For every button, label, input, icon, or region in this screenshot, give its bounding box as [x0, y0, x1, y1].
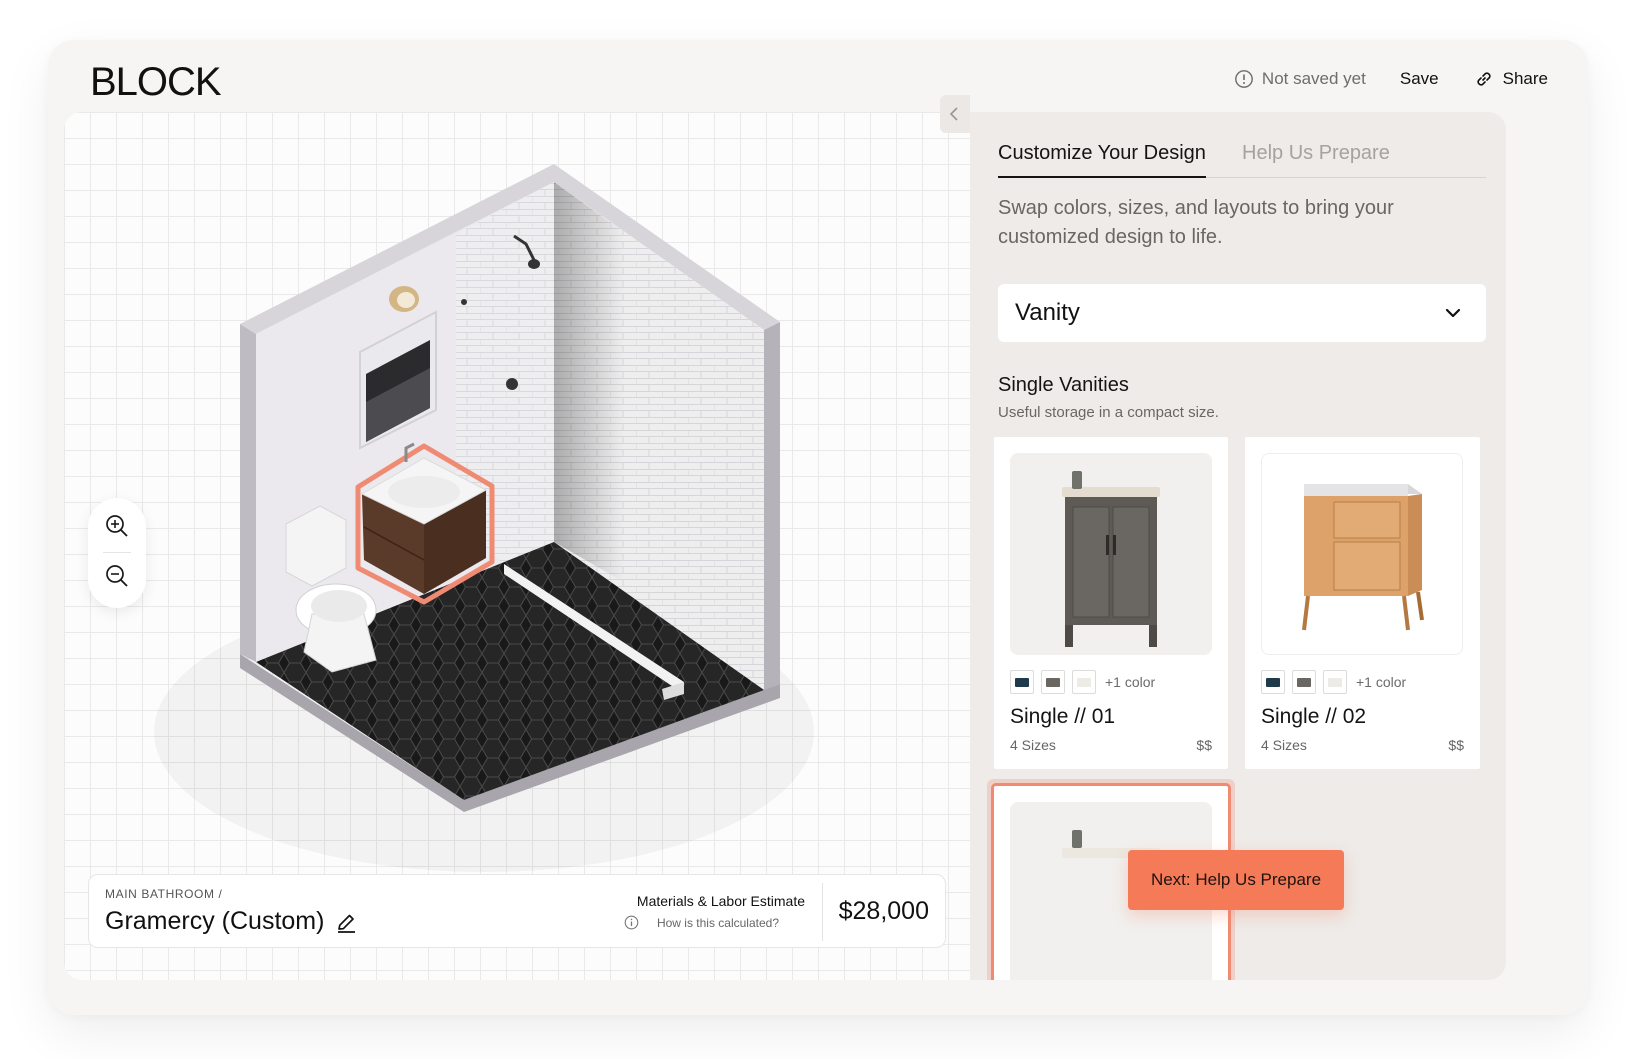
design-canvas[interactable]: MAIN BATHROOM / Gramercy (Custom) Materi… [64, 112, 1014, 980]
alert-circle-icon [1235, 70, 1253, 88]
block-logo[interactable]: BLOCK [90, 60, 222, 105]
swatch-white[interactable] [1323, 670, 1347, 694]
product-price: $$ [1196, 737, 1212, 753]
info-icon [624, 915, 639, 930]
top-nav: Not saved yet Save Share [1234, 68, 1548, 90]
share-button-label: Share [1502, 69, 1548, 88]
panel-description: Swap colors, sizes, and layouts to bring… [998, 197, 1394, 248]
color-swatches: +1 color [1010, 670, 1155, 694]
product-sizes: 4 Sizes [1261, 737, 1307, 753]
estimate-help-link[interactable]: How is this calculated? [657, 916, 779, 930]
product-card-single-02[interactable]: +1 color Single // 02 4 Sizes $$ [1245, 437, 1480, 769]
swatch-gray[interactable] [1041, 670, 1065, 694]
save-button[interactable]: Save [1400, 69, 1439, 89]
zoom-out-icon[interactable] [103, 562, 131, 590]
save-status: Not saved yet [1234, 69, 1366, 89]
tab-help-us-prepare[interactable]: Help Us Prepare [1242, 142, 1390, 178]
pencil-icon[interactable] [334, 911, 358, 935]
section-subtitle: Useful storage in a compact size. [998, 404, 1219, 421]
product-price: $$ [1448, 737, 1464, 753]
divider [822, 883, 823, 941]
color-swatches: +1 color [1261, 670, 1406, 694]
swatch-navy[interactable] [1010, 670, 1034, 694]
swatch-navy[interactable] [1261, 670, 1285, 694]
product-sizes: 4 Sizes [1010, 737, 1056, 753]
tab-customize-your-design[interactable]: Customize Your Design [998, 142, 1206, 178]
breadcrumb[interactable]: MAIN BATHROOM / [105, 887, 222, 901]
zoom-in-icon[interactable] [103, 512, 131, 540]
estimate-price: $28,000 [838, 897, 929, 925]
save-button-label: Save [1399, 69, 1439, 88]
category-select[interactable]: Vanity [998, 284, 1486, 342]
section-title: Single Vanities [998, 374, 1129, 396]
zoom-divider [103, 552, 131, 553]
product-card-single-01[interactable]: +1 color Single // 01 4 Sizes $$ [994, 437, 1228, 769]
product-image [1010, 453, 1212, 655]
chevron-left-icon [949, 107, 958, 121]
category-select-value: Vanity [1015, 299, 1080, 326]
swatch-gray[interactable] [1292, 670, 1316, 694]
link-icon [1477, 72, 1491, 86]
product-name: Single // 01 [1010, 705, 1116, 728]
zoom-controls [88, 498, 146, 608]
estimate-title: Materials & Labor Estimate [636, 893, 805, 909]
more-colors[interactable]: +1 color [1356, 674, 1406, 690]
share-button[interactable]: Share [1473, 68, 1548, 90]
next-help-us-prepare-button[interactable]: Next: Help Us Prepare [1128, 850, 1344, 910]
swatch-white[interactable] [1072, 670, 1096, 694]
product-image [1261, 453, 1463, 655]
collapse-panel-button[interactable] [940, 95, 970, 133]
bathroom-3d-render[interactable] [64, 112, 1014, 980]
project-name: Gramercy (Custom) [105, 907, 325, 935]
product-name: Single // 02 [1261, 705, 1367, 728]
vanity-wood-illustration [1302, 484, 1424, 631]
chevron-down-icon [1445, 308, 1461, 318]
project-summary-bar: MAIN BATHROOM / Gramercy (Custom) Materi… [88, 874, 946, 948]
more-colors[interactable]: +1 color [1105, 674, 1155, 690]
vanity-gray-illustration [1062, 471, 1160, 647]
panel-tabs: Customize Your Design Help Us Prepare [998, 142, 1486, 178]
save-status-text: Not saved yet [1261, 69, 1366, 88]
